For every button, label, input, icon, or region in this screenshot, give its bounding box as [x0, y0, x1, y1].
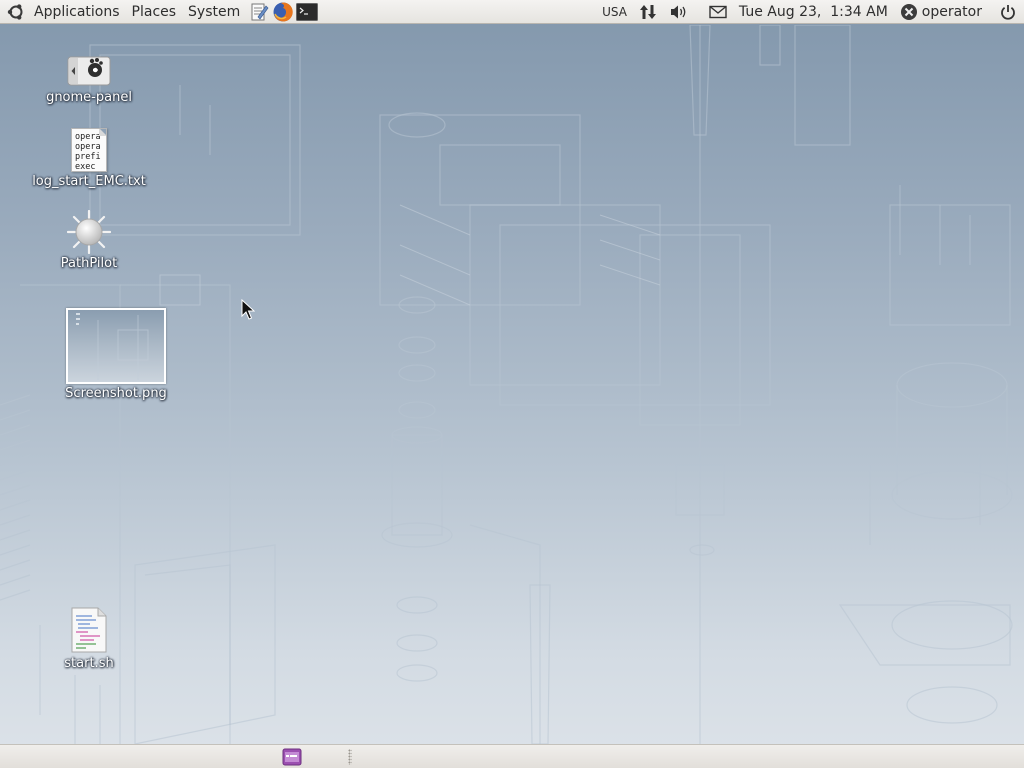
system-menu[interactable]: System: [182, 0, 246, 24]
power-icon: [1001, 4, 1015, 20]
shutdown-menu[interactable]: [992, 0, 1024, 24]
places-label: Places: [131, 3, 177, 20]
show-desktop-icon: [282, 748, 302, 766]
desktop-icon-label: Screenshot.png: [65, 386, 167, 401]
bottom-panel: [0, 744, 1024, 768]
show-desktop-button[interactable]: [281, 747, 303, 767]
applications-label: Applications: [34, 3, 120, 20]
script-file-icon: [71, 607, 107, 653]
firefox-icon: [273, 1, 293, 21]
terminal-launcher[interactable]: [296, 1, 319, 23]
image-thumbnail: [66, 308, 166, 384]
text-file-icon: opera opera prefi exec: [71, 128, 107, 172]
desktop-icon-label: start.sh: [64, 656, 114, 671]
clock-label: Tue Aug 23, 1:34 AM: [738, 3, 888, 20]
desktop-icon-start-sh[interactable]: start.sh: [40, 606, 138, 671]
user-status-icon: [900, 3, 917, 20]
messaging-indicator[interactable]: [695, 0, 733, 24]
desktop-icon-label: gnome-panel: [46, 90, 132, 105]
keyboard-layout-label: USA: [602, 4, 627, 19]
desktop-icon-gnome-panel[interactable]: gnome-panel: [40, 54, 138, 105]
desktop-icon-label: log_start_EMC.txt: [32, 174, 146, 189]
terminal-icon: [296, 2, 319, 21]
clock[interactable]: Tue Aug 23, 1:34 AM: [733, 0, 894, 24]
pathpilot-icon: [67, 210, 111, 254]
preview-line: opera: [75, 132, 101, 142]
mouse-pointer-icon: [241, 299, 255, 320]
desktop-icon-pathpilot[interactable]: PathPilot: [40, 210, 138, 271]
system-label: System: [188, 3, 241, 20]
text-editor-launcher[interactable]: [248, 1, 270, 23]
firefox-launcher[interactable]: [272, 1, 294, 23]
thumbnail-content: [76, 313, 149, 380]
keyboard-layout-indicator[interactable]: USA: [596, 0, 633, 24]
envelope-icon: [709, 5, 727, 18]
user-menu[interactable]: operator: [894, 0, 992, 24]
preview-line: exec: [75, 162, 96, 172]
applications-menu[interactable]: Applications: [0, 0, 126, 24]
top-panel: Applications Places System USA Tue Aug 2…: [0, 0, 1024, 24]
volume-indicator[interactable]: [663, 0, 695, 24]
network-indicator[interactable]: [633, 0, 663, 24]
user-name-label: operator: [921, 3, 982, 20]
desktop-icon-log-start-emc[interactable]: opera opera prefi exec log_start_EMC.txt: [26, 128, 152, 189]
desktop-icon-label: PathPilot: [60, 256, 118, 271]
speaker-volume-icon: [670, 5, 686, 18]
gnome-panel-icon: [67, 56, 111, 86]
desktop-icon-screenshot[interactable]: Screenshot.png: [60, 308, 172, 401]
preview-line: prefi: [75, 152, 101, 162]
places-menu[interactable]: Places: [126, 0, 183, 24]
preview-line: opera: [75, 142, 101, 152]
ubuntu-logo-icon: [7, 3, 23, 20]
panel-drag-handle[interactable]: [348, 749, 352, 765]
network-arrows-icon: [639, 4, 656, 19]
text-editor-icon: [251, 3, 269, 20]
